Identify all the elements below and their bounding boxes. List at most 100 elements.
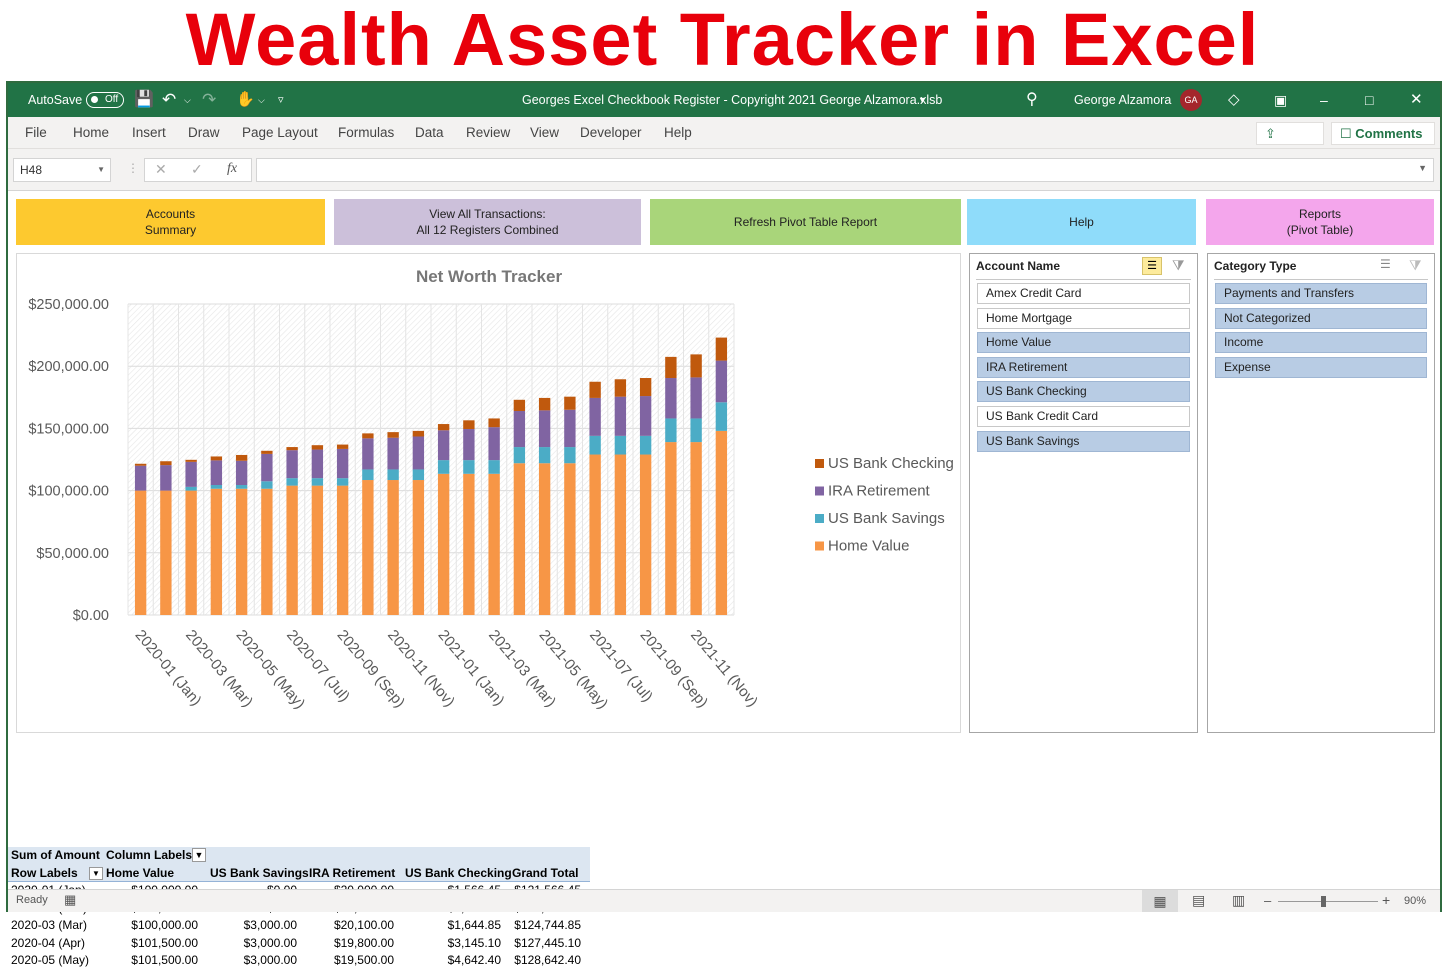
maximize-icon[interactable]: □ (1365, 83, 1373, 117)
bar-segment-ira-retirement[interactable] (160, 465, 172, 491)
page-break-view-icon[interactable]: ▥ (1232, 892, 1245, 909)
undo-dropdown-icon[interactable]: ⌵ (184, 83, 191, 117)
tab-review[interactable]: Review (466, 117, 510, 149)
touch-mode-icon[interactable]: ✋ (236, 83, 255, 117)
bar-segment-ira-retirement[interactable] (362, 438, 374, 470)
bar-segment-home-value[interactable] (488, 473, 500, 615)
bar-segment-home-value[interactable] (715, 430, 728, 615)
bar-segment-us-bank-savings[interactable] (589, 435, 601, 455)
bar-segment-us-bank-savings[interactable] (235, 485, 248, 489)
bar-segment-us-bank-checking[interactable] (715, 337, 728, 361)
bar-segment-home-value[interactable] (185, 490, 197, 615)
bar-segment-ira-retirement[interactable] (690, 377, 702, 419)
more-options-icon[interactable]: ⋮ (127, 161, 139, 175)
slicer-item[interactable]: Not Categorized (1215, 307, 1427, 329)
slicer-item[interactable]: US Bank Checking (977, 381, 1190, 403)
bar-segment-us-bank-savings[interactable] (185, 486, 197, 491)
bar-segment-us-bank-checking[interactable] (336, 444, 349, 449)
tab-insert[interactable]: Insert (132, 117, 166, 149)
bar-segment-us-bank-checking[interactable] (665, 356, 677, 379)
bar-segment-us-bank-checking[interactable] (160, 461, 172, 466)
bar-segment-us-bank-checking[interactable] (564, 396, 576, 410)
undo-icon[interactable]: ↶ (162, 83, 176, 117)
bar-segment-us-bank-checking[interactable] (538, 397, 551, 411)
bar-segment-us-bank-savings[interactable] (690, 418, 702, 443)
share-button[interactable]: ⇪ Share (1256, 122, 1324, 162)
redo-icon[interactable]: ↷ (202, 83, 216, 117)
save-icon[interactable]: 💾 (134, 83, 154, 117)
tab-draw[interactable]: Draw (188, 117, 220, 149)
bar-segment-ira-retirement[interactable] (235, 460, 248, 486)
bar-segment-ira-retirement[interactable] (538, 410, 551, 448)
bar-segment-home-value[interactable] (690, 442, 702, 615)
bar-segment-us-bank-checking[interactable] (690, 354, 702, 378)
bar-segment-us-bank-savings[interactable] (412, 469, 425, 481)
tab-file[interactable]: File (25, 117, 47, 149)
diamond-icon[interactable]: ◇ (1228, 83, 1240, 117)
bar-segment-us-bank-savings[interactable] (311, 478, 324, 486)
bar-segment-home-value[interactable] (336, 485, 349, 615)
accounts-summary-button[interactable]: Accounts Summary (16, 199, 325, 245)
bar-segment-us-bank-savings[interactable] (665, 418, 677, 443)
tab-formulas[interactable]: Formulas (338, 117, 394, 149)
bar-segment-home-value[interactable] (513, 463, 526, 615)
slicer-item[interactable]: Home Mortgage (977, 307, 1190, 329)
bar-segment-us-bank-checking[interactable] (286, 447, 298, 451)
close-icon[interactable]: ✕ (1410, 83, 1423, 117)
slicer-item[interactable]: Expense (1215, 356, 1427, 378)
bar-segment-home-value[interactable] (639, 454, 652, 615)
avatar[interactable]: GA (1180, 89, 1202, 111)
search-icon[interactable]: ⚲ (1026, 83, 1038, 117)
bar-segment-us-bank-savings[interactable] (538, 447, 551, 464)
macro-recorder-icon[interactable]: ▦ (64, 892, 76, 908)
bar-segment-home-value[interactable] (614, 454, 627, 615)
bar-segment-home-value[interactable] (235, 488, 248, 615)
bar-segment-ira-retirement[interactable] (614, 396, 627, 436)
bar-segment-ira-retirement[interactable] (488, 427, 500, 461)
slicer-item[interactable]: Amex Credit Card (977, 283, 1190, 304)
bar-segment-ira-retirement[interactable] (261, 453, 273, 482)
page-layout-view-icon[interactable]: ▤ (1192, 892, 1205, 909)
bar-segment-ira-retirement[interactable] (210, 460, 223, 486)
bar-segment-ira-retirement[interactable] (336, 448, 349, 479)
zoom-level[interactable]: 90% (1404, 895, 1426, 907)
autosave-toggle[interactable]: Off (86, 92, 124, 108)
tab-home[interactable]: Home (73, 117, 109, 149)
bar-segment-ira-retirement[interactable] (715, 360, 728, 403)
bar-segment-ira-retirement[interactable] (387, 437, 399, 470)
slicer-item[interactable]: Home Value (977, 332, 1190, 354)
slicer-item[interactable]: Payments and Transfers (1215, 283, 1427, 304)
zoom-slider[interactable] (1278, 901, 1378, 902)
bar-segment-us-bank-checking[interactable] (437, 424, 450, 431)
bar-segment-ira-retirement[interactable] (463, 429, 475, 461)
bar-segment-us-bank-checking[interactable] (362, 433, 374, 439)
bar-segment-us-bank-checking[interactable] (210, 456, 223, 461)
net-worth-chart[interactable]: Net Worth Tracker $0.00 $50,000.00 $100,00… (16, 253, 961, 733)
bar-segment-home-value[interactable] (564, 463, 576, 615)
bar-segment-us-bank-savings[interactable] (463, 460, 475, 474)
bar-segment-us-bank-checking[interactable] (261, 450, 273, 454)
bar-segment-ira-retirement[interactable] (589, 397, 601, 436)
bar-segment-home-value[interactable] (589, 454, 601, 615)
bar-segment-us-bank-checking[interactable] (185, 459, 197, 462)
bar-segment-us-bank-savings[interactable] (261, 481, 273, 489)
multi-select-icon[interactable]: ☰ (1142, 257, 1162, 275)
bar-segment-ira-retirement[interactable] (185, 461, 197, 487)
touch-dropdown-icon[interactable]: ⌵ (258, 83, 265, 117)
bar-segment-ira-retirement[interactable] (286, 450, 298, 479)
bar-segment-home-value[interactable] (311, 485, 324, 615)
slicer-item[interactable]: US Bank Savings (977, 430, 1190, 452)
enter-icon[interactable]: ✓ (191, 161, 203, 178)
bar-segment-ira-retirement[interactable] (437, 430, 450, 461)
bar-segment-home-value[interactable] (286, 485, 298, 615)
bar-segment-ira-retirement[interactable] (639, 396, 652, 436)
cancel-icon[interactable]: ✕ (155, 161, 167, 178)
bar-segment-us-bank-checking[interactable] (488, 418, 500, 428)
bar-segment-home-value[interactable] (665, 442, 677, 615)
bar-segment-ira-retirement[interactable] (564, 409, 576, 448)
bar-segment-home-value[interactable] (437, 473, 450, 615)
tab-page-layout[interactable]: Page Layout (242, 117, 318, 149)
tab-view[interactable]: View (530, 117, 559, 149)
bar-segment-us-bank-checking[interactable] (513, 399, 526, 411)
insert-function-icon[interactable]: fx (227, 161, 237, 177)
